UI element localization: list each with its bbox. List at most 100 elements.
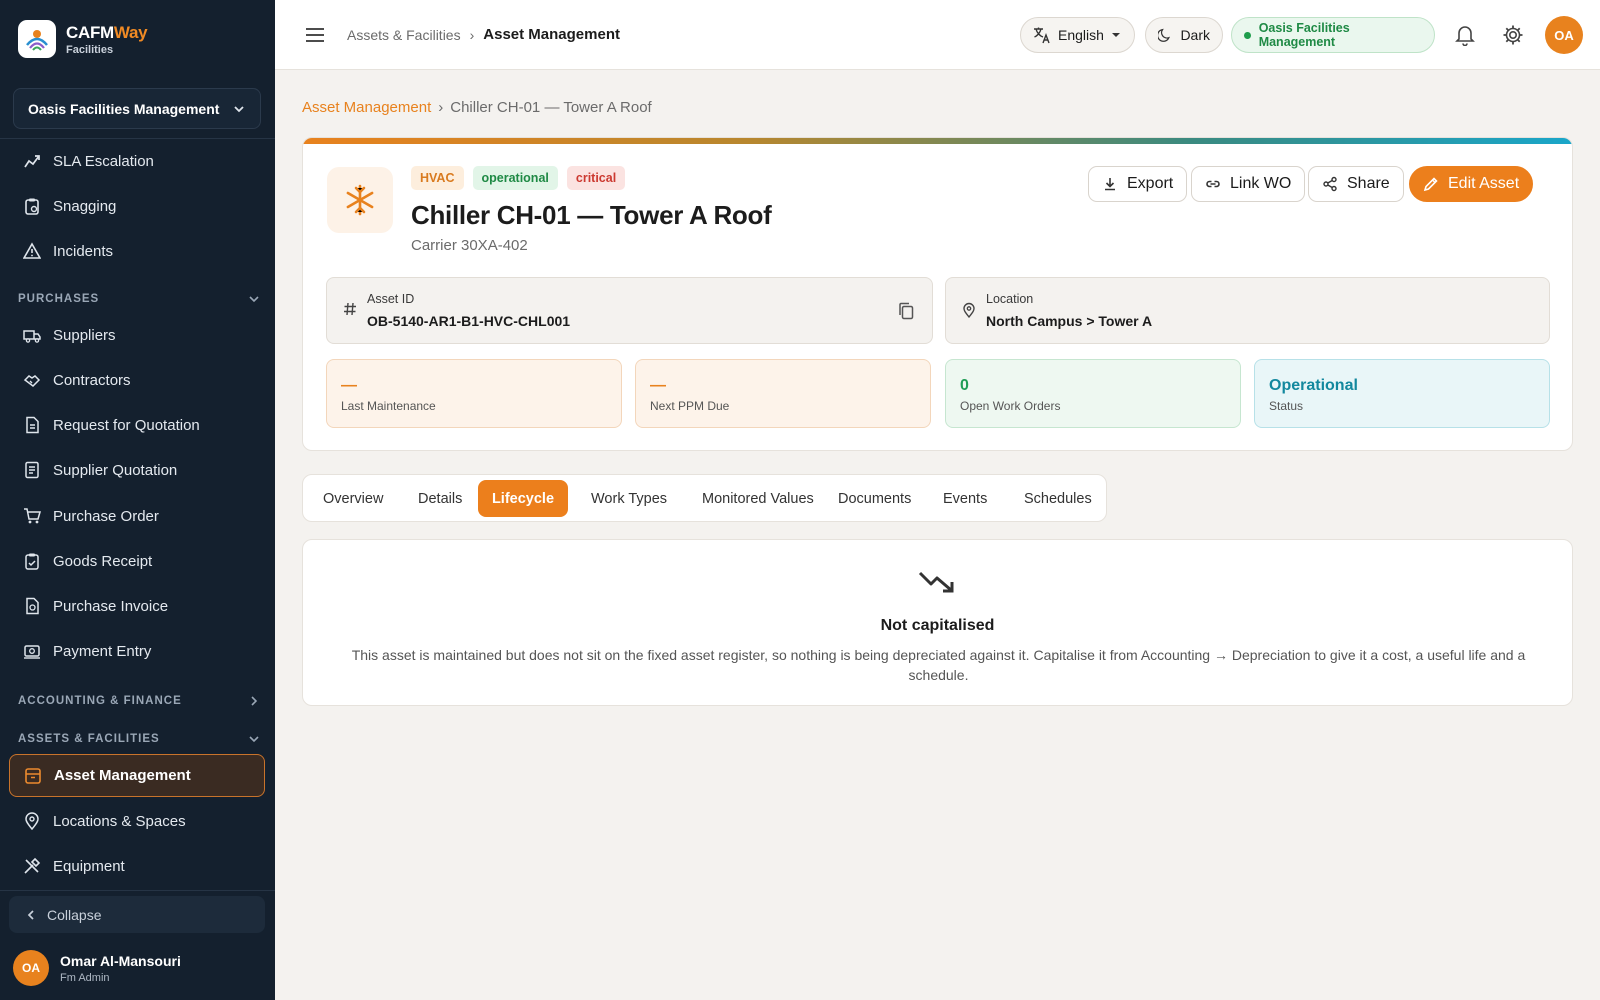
stat-value: 0 (960, 377, 969, 394)
breadcrumb-parent[interactable]: Assets & Facilities (347, 27, 461, 43)
export-label: Export (1127, 175, 1174, 192)
theme-toggle[interactable]: Dark (1145, 17, 1223, 53)
sidebar-item-label: Payment Entry (53, 642, 152, 660)
sidebar-item-payment-entry[interactable]: Payment Entry (9, 631, 265, 671)
tools-icon (22, 856, 42, 876)
archive-icon (23, 766, 43, 786)
link-wo-label: Link WO (1230, 175, 1292, 192)
tab-schedules[interactable]: Schedules (1014, 480, 1102, 517)
menu-icon[interactable] (305, 25, 325, 50)
clipboard-icon (22, 196, 42, 216)
sidebar-item-snagging[interactable]: Snagging (9, 186, 265, 226)
stat-last-maintenance: — Last Maintenance (326, 359, 622, 428)
gradient-accent-bar (303, 138, 1572, 144)
chevron-left-icon (27, 909, 34, 920)
sidebar-item-sla-escalation[interactable]: SLA Escalation (9, 141, 265, 181)
section-accounting-finance[interactable]: ACCOUNTING & FINANCE (18, 695, 260, 707)
user-role: Fm Admin (60, 971, 110, 984)
sidebar-item-purchase-invoice[interactable]: Purchase Invoice (9, 586, 265, 626)
tab-lifecycle[interactable]: Lifecycle (478, 480, 568, 517)
tab-monitored-values[interactable]: Monitored Values (692, 480, 824, 517)
sidebar-item-label: Locations & Spaces (53, 812, 186, 830)
warning-triangle-icon (22, 241, 42, 261)
breadcrumb-current: Asset Management (483, 26, 620, 43)
status-dot (1244, 31, 1251, 39)
sidebar-item-incidents[interactable]: Incidents (9, 231, 265, 271)
download-icon (1102, 176, 1118, 192)
sidebar-item-label: Snagging (53, 197, 117, 215)
section-assets-facilities[interactable]: ASSETS & FACILITIES (18, 733, 260, 745)
sidebar-item-contractors[interactable]: Contractors (9, 360, 265, 400)
tab-details[interactable]: Details (408, 480, 472, 517)
sidebar-item-label: Contractors (53, 371, 131, 389)
lifecycle-empty-state: Not capitalised This asset is maintained… (302, 539, 1573, 706)
tab-overview[interactable]: Overview (313, 480, 393, 517)
stat-value: Operational (1269, 377, 1358, 394)
edit-asset-button[interactable]: Edit Asset (1409, 166, 1534, 202)
sidebar-item-label: Purchase Invoice (53, 597, 169, 615)
section-title: ASSETS & FACILITIES (18, 733, 160, 745)
sidebar-item-equipment[interactable]: Equipment (9, 846, 265, 886)
bell-icon[interactable] (1455, 24, 1475, 51)
avatar[interactable]: OA (1545, 16, 1583, 54)
theme-label: Dark (1180, 27, 1210, 43)
brand-subtitle: Facilities (66, 43, 114, 56)
brand-name: CAFMWay (66, 22, 148, 42)
stat-label: Next PPM Due (650, 399, 730, 413)
sidebar-item-purchase-order[interactable]: Purchase Order (9, 496, 265, 536)
location-value: North Campus > Tower A (986, 313, 1153, 329)
sidebar-item-locations-spaces[interactable]: Locations & Spaces (9, 801, 265, 841)
share-label: Share (1347, 175, 1390, 192)
sidebar-item-goods-receipt[interactable]: Goods Receipt (9, 541, 265, 581)
user-profile[interactable]: OA Omar Al-Mansouri Fm Admin (13, 950, 181, 986)
breadcrumb-link-asset-management[interactable]: Asset Management (302, 99, 431, 116)
tab-documents[interactable]: Documents (828, 480, 921, 517)
sidebar-item-label: Goods Receipt (53, 552, 153, 570)
stat-label: Last Maintenance (341, 399, 436, 413)
tab-work-types[interactable]: Work Types (581, 480, 677, 517)
handshake-icon (22, 370, 42, 390)
edit-asset-label: Edit Asset (1448, 175, 1520, 192)
caret-down-icon (1111, 33, 1120, 37)
location-label: Location (986, 292, 1034, 306)
sidebar-item-asset-management[interactable]: Asset Management (9, 754, 265, 797)
moon-icon (1158, 28, 1170, 42)
export-button[interactable]: Export (1088, 166, 1188, 202)
breadcrumb: Assets & Facilities › Asset Management (347, 26, 620, 43)
section-title: ACCOUNTING & FINANCE (18, 695, 182, 707)
organization-select-label: Oasis Facilities Management (28, 100, 220, 117)
sidebar-item-request-for-quotation[interactable]: Request for Quotation (9, 405, 265, 445)
empty-state-title: Not capitalised (880, 617, 995, 634)
user-name: Omar Al-Mansouri (60, 952, 181, 969)
sidebar-item-suppliers[interactable]: Suppliers (9, 315, 265, 355)
share-button[interactable]: Share (1308, 166, 1404, 202)
trending-down-icon (918, 568, 956, 599)
tab-events[interactable]: Events (933, 480, 997, 517)
sidebar-item-label: SLA Escalation (53, 152, 154, 170)
language-select[interactable]: English (1020, 17, 1135, 53)
pencil-icon (1423, 176, 1439, 192)
topbar: Assets & Facilities › Asset Management E… (275, 0, 1600, 70)
collapse-sidebar-button[interactable]: Collapse (9, 896, 265, 933)
asset-header-card: HVAC operational critical Chiller CH-01 … (302, 137, 1573, 451)
sidebar-item-supplier-quotation[interactable]: Supplier Quotation (9, 450, 265, 490)
link-work-order-button[interactable]: Link WO (1191, 166, 1306, 202)
asset-badges: HVAC operational critical (411, 166, 626, 190)
priority-badge: critical (566, 166, 626, 190)
brand[interactable]: CAFMWay Facilities (18, 20, 148, 58)
page-title: Chiller CH-01 — Tower A Roof (411, 200, 772, 230)
gear-icon[interactable] (1502, 24, 1524, 51)
invoice-icon (22, 596, 42, 616)
org-status-badge[interactable]: Oasis Facilities Management (1231, 17, 1435, 53)
section-purchases[interactable]: PURCHASES (18, 293, 260, 305)
page-breadcrumb: Asset Management › Chiller CH-01 — Tower… (302, 99, 652, 116)
receipt-icon (22, 551, 42, 571)
stat-label: Open Work Orders (960, 399, 1061, 413)
organization-select[interactable]: Oasis Facilities Management (13, 88, 261, 129)
share-icon (1322, 176, 1338, 192)
sidebar-item-label: Equipment (53, 857, 125, 875)
copy-icon[interactable] (898, 302, 914, 325)
status-badge: operational (472, 166, 558, 190)
org-status-label: Oasis Facilities Management (1258, 21, 1350, 49)
chevron-down-icon (249, 296, 259, 303)
